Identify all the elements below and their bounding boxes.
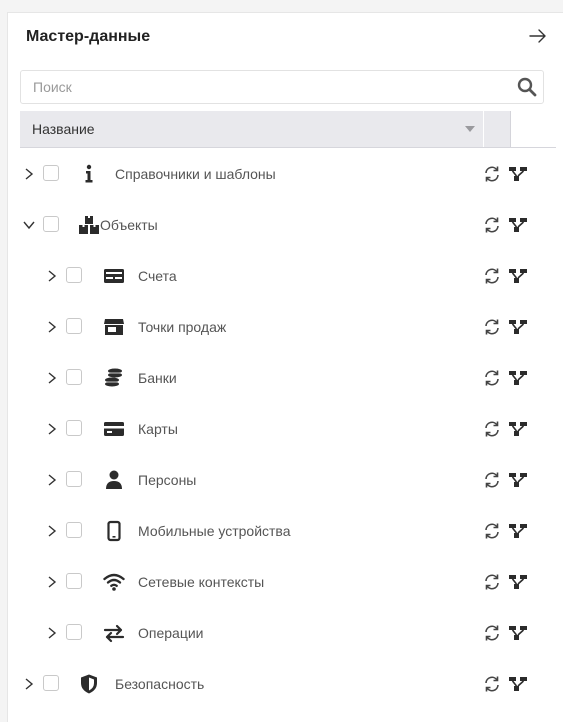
tree-row[interactable]: Мобильные устройства bbox=[8, 506, 563, 557]
row-checkbox[interactable] bbox=[66, 420, 82, 436]
panel-title: Мастер-данные bbox=[26, 28, 151, 45]
refresh-icon[interactable] bbox=[483, 420, 501, 438]
search-input[interactable] bbox=[21, 71, 501, 103]
refresh-icon[interactable] bbox=[483, 522, 501, 540]
tree-row[interactable]: Безопасность bbox=[8, 659, 563, 710]
tree-row[interactable]: Счета bbox=[8, 251, 563, 302]
refresh-icon[interactable] bbox=[483, 573, 501, 591]
row-checkbox[interactable] bbox=[66, 471, 82, 487]
chevron-right-icon[interactable] bbox=[45, 473, 59, 487]
tree-row-label: Карты bbox=[138, 421, 178, 437]
row-checkbox[interactable] bbox=[66, 318, 82, 334]
chevron-right-icon[interactable] bbox=[45, 422, 59, 436]
shield-icon bbox=[78, 673, 100, 695]
chevron-right-icon[interactable] bbox=[45, 371, 59, 385]
refresh-icon[interactable] bbox=[483, 267, 501, 285]
refresh-icon[interactable] bbox=[483, 318, 501, 336]
tree-row-label: Счета bbox=[138, 268, 177, 284]
tree-row-label: Персоны bbox=[138, 472, 197, 488]
tree-row-label: Сетевые контексты bbox=[138, 574, 265, 590]
hierarchy-icon[interactable] bbox=[508, 165, 528, 183]
panel-header: Мастер-данные bbox=[8, 13, 563, 63]
row-checkbox[interactable] bbox=[43, 216, 59, 232]
tree-row[interactable]: Банки bbox=[8, 353, 563, 404]
chevron-right-icon[interactable] bbox=[45, 575, 59, 589]
chevron-right-icon[interactable] bbox=[22, 167, 36, 181]
search-box bbox=[20, 70, 544, 104]
row-checkbox[interactable] bbox=[66, 267, 82, 283]
caret-down-icon[interactable] bbox=[457, 111, 483, 147]
tree-list: Справочники и шаблоны Объекты Счета Точк… bbox=[8, 149, 563, 710]
row-checkbox[interactable] bbox=[66, 522, 82, 538]
row-checkbox[interactable] bbox=[66, 573, 82, 589]
tree-row[interactable]: Объекты bbox=[8, 200, 563, 251]
tree-row-label: Операции bbox=[138, 625, 204, 641]
boxes-icon bbox=[78, 214, 100, 236]
hierarchy-icon[interactable] bbox=[508, 216, 528, 234]
hierarchy-icon[interactable] bbox=[508, 522, 528, 540]
tree-row[interactable]: Точки продаж bbox=[8, 302, 563, 353]
coins-icon bbox=[103, 367, 125, 389]
tree-row-label: Справочники и шаблоны bbox=[115, 166, 276, 182]
row-checkbox[interactable] bbox=[66, 369, 82, 385]
tree-row[interactable]: Персоны bbox=[8, 455, 563, 506]
refresh-icon[interactable] bbox=[483, 675, 501, 693]
refresh-icon[interactable] bbox=[483, 165, 501, 183]
credit-card-icon bbox=[103, 418, 125, 440]
hierarchy-icon[interactable] bbox=[508, 267, 528, 285]
column-header: Название bbox=[20, 111, 556, 148]
tree-row-label: Безопасность bbox=[115, 676, 205, 692]
refresh-icon[interactable] bbox=[483, 471, 501, 489]
tree-row-label: Объекты bbox=[100, 217, 158, 233]
master-data-panel: Мастер-данные Название bbox=[7, 12, 563, 722]
chevron-right-icon[interactable] bbox=[45, 320, 59, 334]
search-icon[interactable] bbox=[517, 77, 537, 97]
person-icon bbox=[103, 469, 125, 491]
chevron-right-icon[interactable] bbox=[45, 524, 59, 538]
hierarchy-icon[interactable] bbox=[508, 624, 528, 642]
tree-row[interactable]: Сетевые контексты bbox=[8, 557, 563, 608]
exchange-icon bbox=[103, 622, 125, 644]
hierarchy-icon[interactable] bbox=[508, 420, 528, 438]
hierarchy-icon[interactable] bbox=[508, 369, 528, 387]
tree-row[interactable]: Операции bbox=[8, 608, 563, 659]
column-header-name[interactable]: Название bbox=[32, 121, 95, 137]
tree-row-label: Банки bbox=[138, 370, 177, 386]
refresh-icon[interactable] bbox=[483, 369, 501, 387]
wifi-icon bbox=[103, 571, 125, 593]
arrow-right-icon[interactable] bbox=[527, 25, 549, 47]
hierarchy-icon[interactable] bbox=[508, 675, 528, 693]
chevron-right-icon[interactable] bbox=[45, 626, 59, 640]
chevron-right-icon[interactable] bbox=[45, 269, 59, 283]
chevron-right-icon[interactable] bbox=[22, 677, 36, 691]
hierarchy-icon[interactable] bbox=[508, 471, 528, 489]
tree-row-label: Точки продаж bbox=[138, 319, 227, 335]
hierarchy-icon[interactable] bbox=[508, 573, 528, 591]
mobile-icon bbox=[103, 520, 125, 542]
info-icon bbox=[78, 163, 100, 185]
tree-row-label: Мобильные устройства bbox=[138, 523, 291, 539]
column-header-spacer bbox=[511, 111, 556, 147]
row-checkbox[interactable] bbox=[43, 675, 59, 691]
row-checkbox[interactable] bbox=[66, 624, 82, 640]
row-checkbox[interactable] bbox=[43, 165, 59, 181]
refresh-icon[interactable] bbox=[483, 624, 501, 642]
refresh-icon[interactable] bbox=[483, 216, 501, 234]
chevron-down-icon[interactable] bbox=[22, 218, 36, 232]
hierarchy-icon[interactable] bbox=[508, 318, 528, 336]
column-separator bbox=[483, 111, 484, 147]
tree-row[interactable]: Карты bbox=[8, 404, 563, 455]
store-icon bbox=[103, 316, 125, 338]
account-card-icon bbox=[103, 265, 125, 287]
tree-row[interactable]: Справочники и шаблоны bbox=[8, 149, 563, 200]
